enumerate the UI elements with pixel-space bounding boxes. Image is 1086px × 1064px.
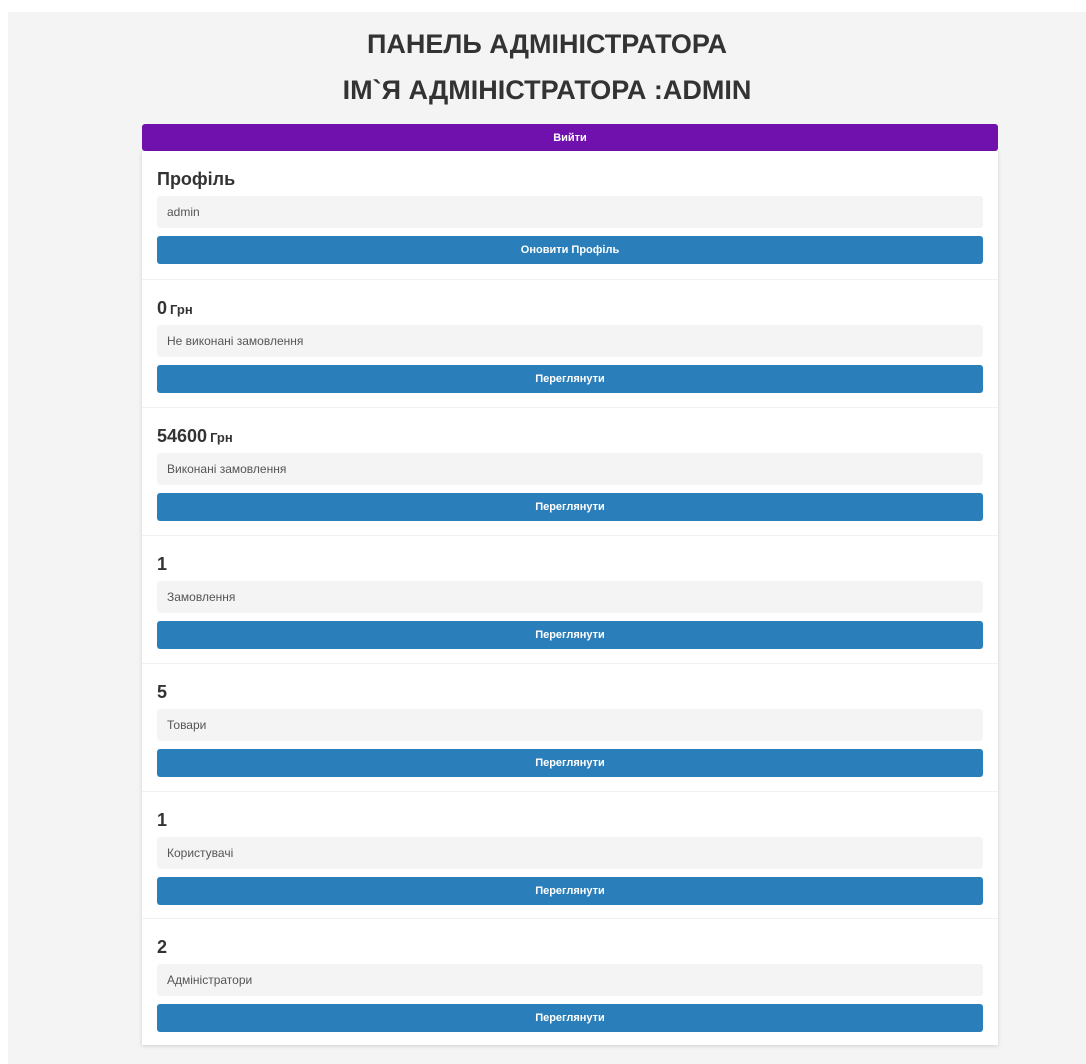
products-box: 5 Товари Переглянути: [142, 663, 998, 792]
view-pending-orders-button[interactable]: Переглянути: [157, 365, 983, 393]
pending-orders-amount: 0: [157, 298, 168, 318]
pending-orders-currency: Грн: [170, 302, 193, 317]
profile-name-field: admin: [157, 196, 983, 228]
products-label: Товари: [157, 709, 983, 741]
pending-orders-box: 0 Грн Не виконані замовлення Переглянути: [142, 279, 998, 408]
view-completed-orders-button[interactable]: Переглянути: [157, 493, 983, 521]
orders-count: 1: [157, 554, 168, 574]
view-products-button[interactable]: Переглянути: [157, 749, 983, 777]
view-orders-button[interactable]: Переглянути: [157, 621, 983, 649]
admins-count: 2: [157, 937, 168, 957]
admins-label: Адміністратори: [157, 964, 983, 996]
products-count: 5: [157, 682, 168, 702]
pending-orders-total: 0 Грн: [157, 297, 193, 321]
users-count: 1: [157, 810, 168, 830]
completed-orders-amount: 54600: [157, 426, 208, 446]
completed-orders-total: 54600 Грн: [157, 425, 233, 449]
view-admins-button[interactable]: Переглянути: [157, 1004, 983, 1032]
profile-box: Профіль admin Оновити Профіль: [142, 151, 998, 279]
users-label: Користувачі: [157, 837, 983, 869]
view-users-button[interactable]: Переглянути: [157, 877, 983, 905]
orders-label: Замовлення: [157, 581, 983, 613]
admins-box: 2 Адміністратори Переглянути: [142, 918, 998, 1047]
admin-name-title: ІМ`Я АДМІНІСТРАТОРА :ADMIN: [342, 75, 752, 105]
completed-orders-label: Виконані замовлення: [157, 453, 983, 485]
page-background: ПАНЕЛЬ АДМІНІСТРАТОРА ІМ`Я АДМІНІСТРАТОР…: [8, 12, 1086, 1064]
profile-heading: Профіль: [157, 169, 236, 189]
users-box: 1 Користувачі Переглянути: [142, 791, 998, 920]
page-title: ПАНЕЛЬ АДМІНІСТРАТОРА: [366, 29, 728, 59]
update-profile-button[interactable]: Оновити Профіль: [157, 236, 983, 264]
completed-orders-box: 54600 Грн Виконані замовлення Переглянути: [142, 407, 998, 536]
pending-orders-label: Не виконані замовлення: [157, 325, 983, 357]
logout-button[interactable]: Вийти: [142, 124, 998, 151]
completed-orders-currency: Грн: [210, 430, 233, 445]
dashboard-panel: Профіль admin Оновити Профіль 0 Грн Не ви…: [142, 151, 998, 1045]
orders-box: 1 Замовлення Переглянути: [142, 535, 998, 664]
